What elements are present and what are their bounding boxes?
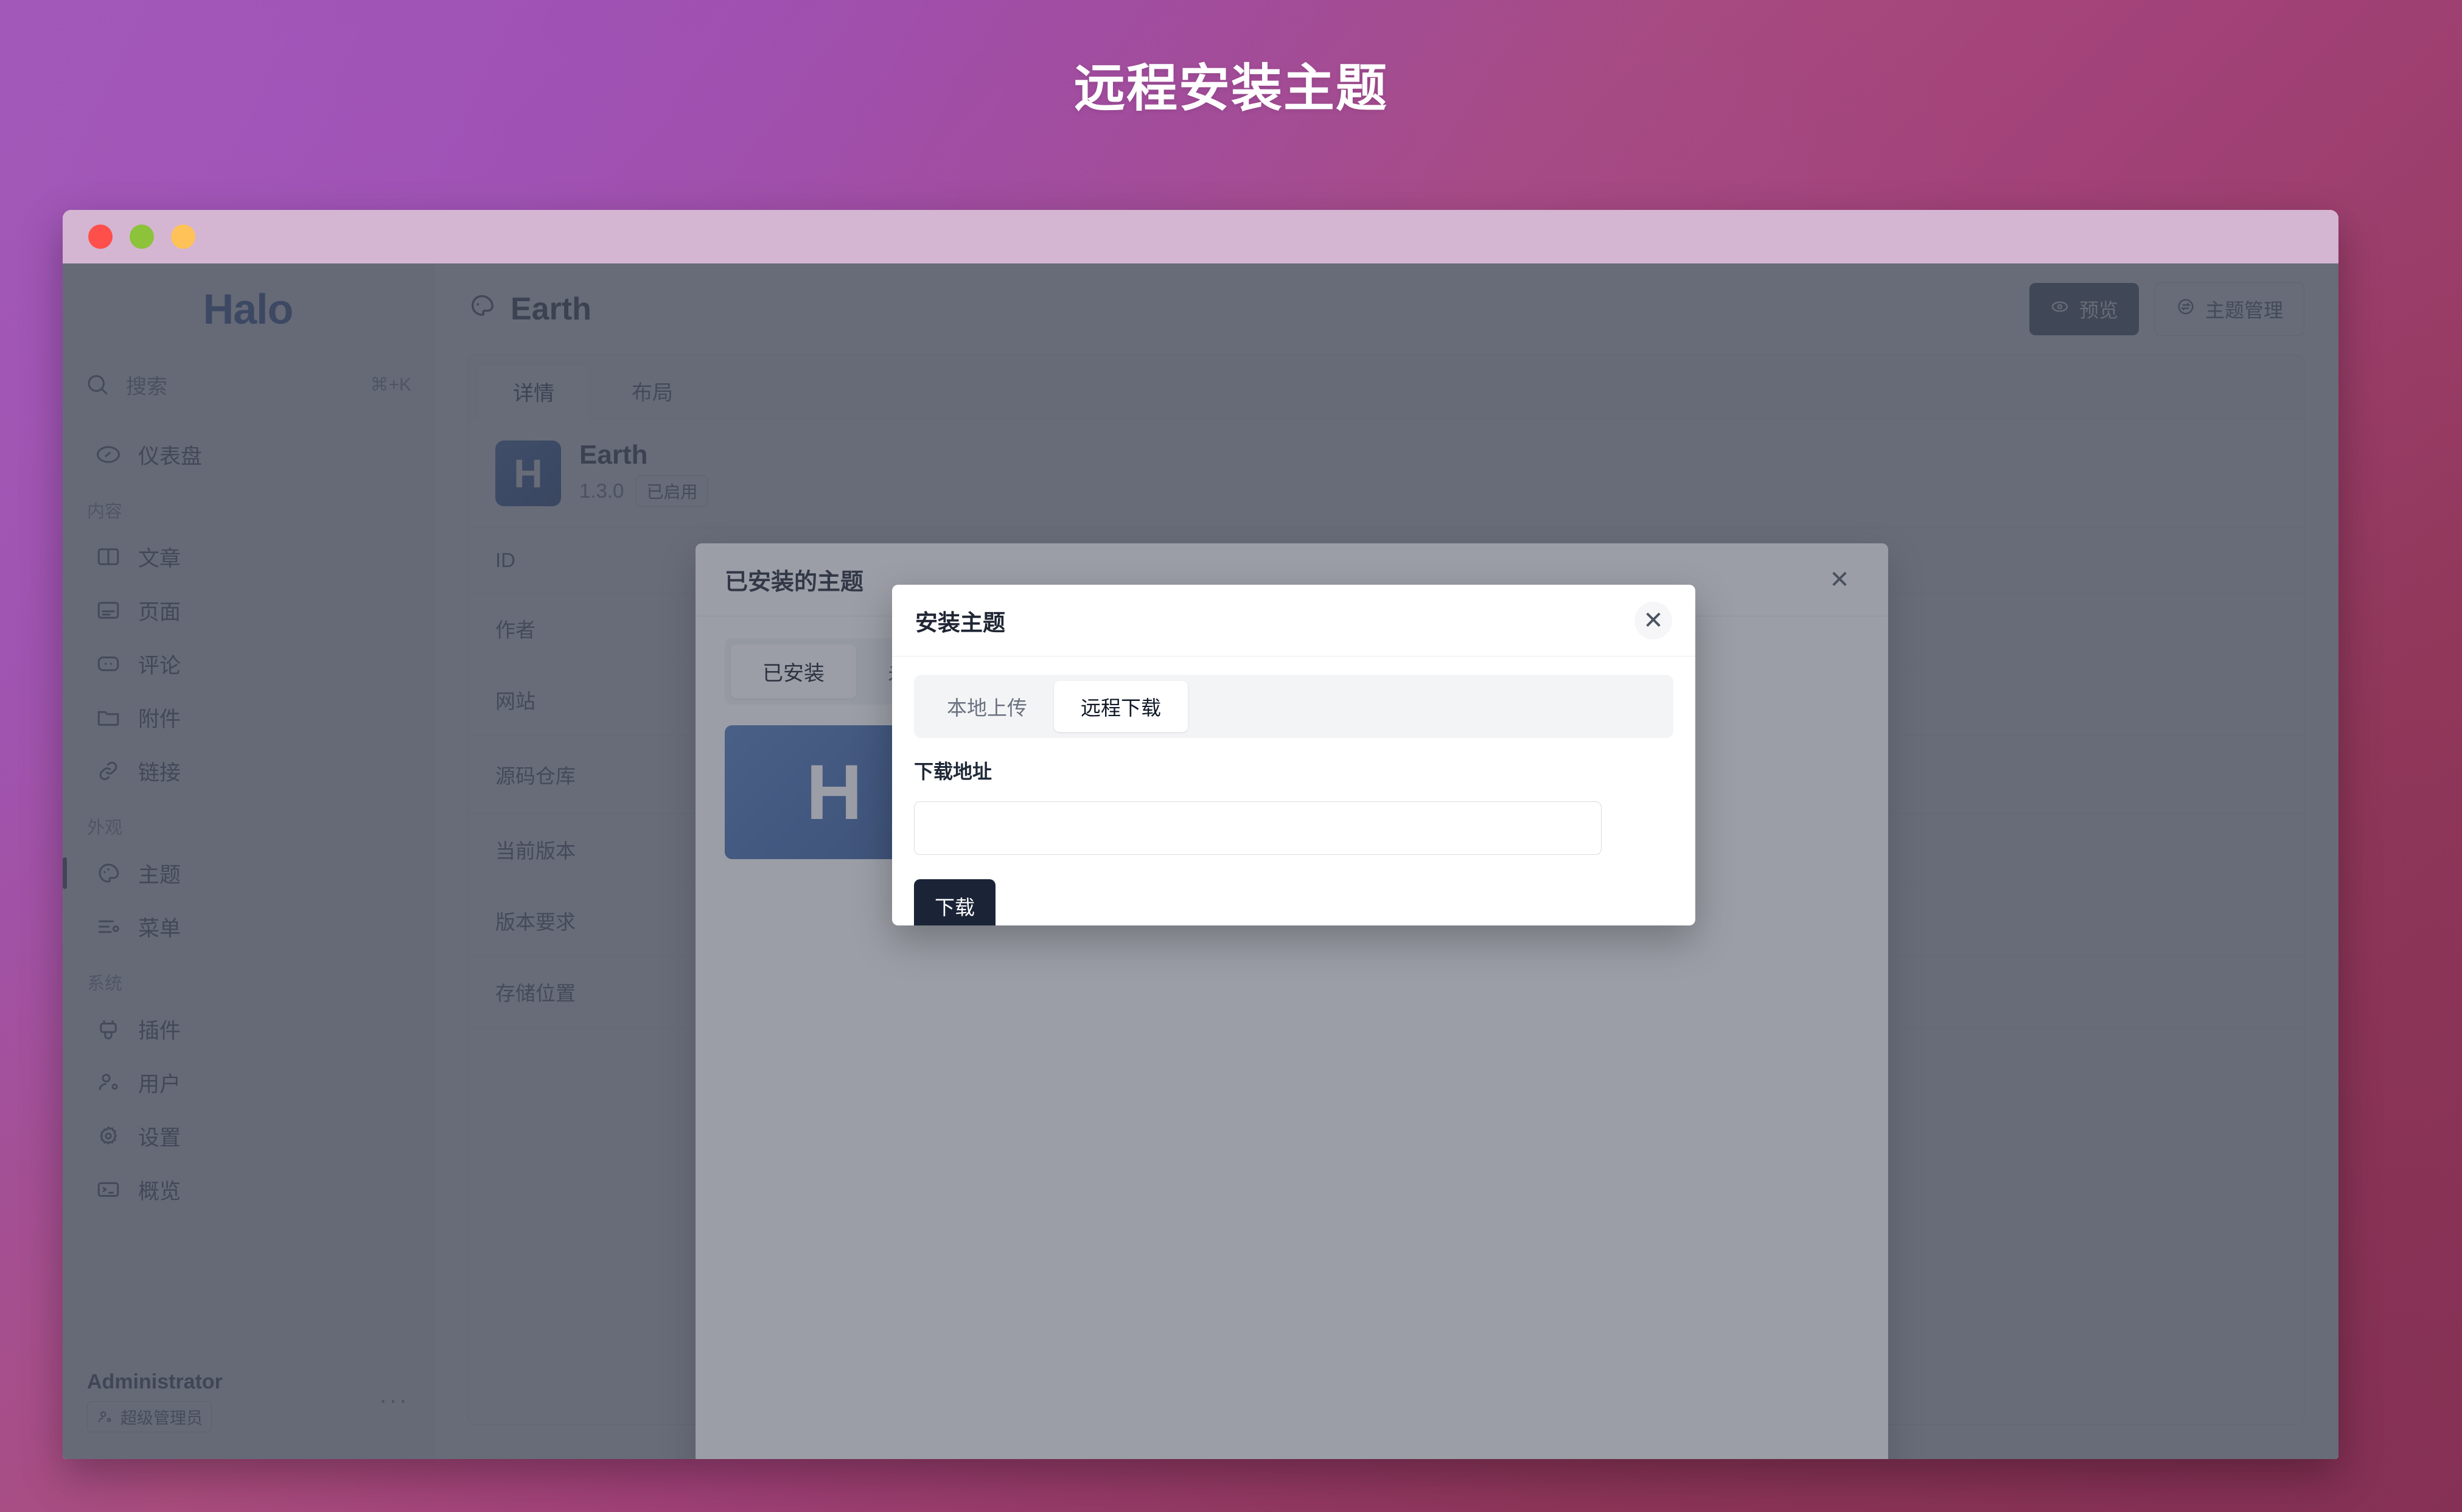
download-url-label: 下载地址 — [914, 756, 1673, 784]
tab-local-upload[interactable]: 本地上传 — [920, 681, 1054, 732]
page-title: 远程安装主题 — [0, 47, 2462, 121]
app-body: Halo 搜索 ⌘+K 仪表盘 内容 文章 — [63, 263, 2338, 1459]
tab-remote-download[interactable]: 远程下载 — [1054, 681, 1188, 732]
download-url-input[interactable] — [914, 801, 1602, 855]
app-window: Halo 搜索 ⌘+K 仪表盘 内容 文章 — [63, 210, 2338, 1459]
install-modal-tabs: 本地上传 远程下载 — [914, 675, 1673, 738]
download-button[interactable]: 下载 — [914, 879, 996, 925]
install-modal-header: 安装主题 ✕ — [892, 585, 1695, 657]
window-close-button[interactable] — [88, 225, 113, 249]
window-maximize-button[interactable] — [171, 225, 195, 249]
install-theme-modal: 安装主题 ✕ 本地上传 远程下载 下载地址 下载 — [892, 585, 1695, 925]
install-modal-title: 安装主题 — [915, 604, 1005, 637]
window-minimize-button[interactable] — [130, 225, 154, 249]
window-titlebar — [63, 210, 2338, 263]
install-modal-body: 本地上传 远程下载 下载地址 下载 — [892, 657, 1695, 925]
close-icon[interactable]: ✕ — [1634, 602, 1672, 639]
